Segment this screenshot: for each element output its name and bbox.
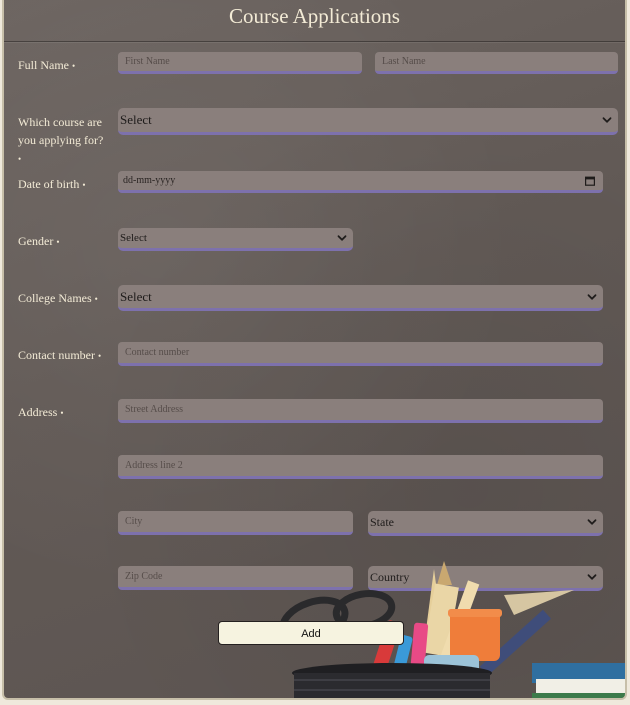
college-label: College Names • [18, 289, 98, 308]
last-name-input[interactable]: Last Name [375, 52, 618, 74]
required-marker: • [72, 61, 76, 71]
college-select[interactable]: Select [118, 285, 603, 311]
address-line-2-input[interactable]: Address line 2 [118, 455, 603, 479]
college-select-value: Select [120, 289, 152, 304]
title-divider [4, 41, 625, 42]
street-address-input[interactable]: Street Address [118, 399, 603, 423]
chevron-down-icon [337, 235, 347, 241]
gender-select[interactable]: Select [118, 228, 353, 251]
chevron-down-icon [587, 519, 597, 525]
city-input[interactable]: City [118, 511, 353, 535]
course-label: Which course are you applying for? • [18, 113, 114, 168]
dob-label: Date of birth • [18, 175, 85, 194]
chevron-down-icon [602, 117, 612, 123]
required-marker: • [18, 154, 22, 164]
required-marker: • [56, 237, 60, 247]
required-marker: • [82, 180, 86, 190]
calendar-icon[interactable] [585, 176, 595, 186]
course-select-value: Select [120, 112, 152, 127]
full-name-label: Full Name • [18, 56, 75, 75]
required-marker: • [97, 351, 102, 361]
page-title: Course Applications [229, 4, 400, 28]
gender-label: Gender • [18, 232, 59, 251]
address-label: Address • [18, 403, 63, 422]
contact-label: Contact number • [18, 346, 101, 365]
state-select-value: State [370, 515, 394, 529]
dob-input[interactable]: dd-mm-yyyy [118, 171, 603, 193]
dob-placeholder: dd-mm-yyyy [123, 175, 176, 186]
contact-number-input[interactable]: Contact number [118, 342, 603, 366]
required-marker: • [94, 294, 98, 304]
state-select[interactable]: State [368, 511, 603, 536]
gender-select-value: Select [120, 232, 147, 244]
course-select[interactable]: Select [118, 108, 618, 135]
first-name-input[interactable]: First Name [118, 52, 362, 74]
add-button[interactable]: Add [218, 621, 404, 645]
course-application-form: Course Applications Full Name • First Nam… [2, 0, 627, 700]
chevron-down-icon [587, 293, 597, 300]
required-marker: • [60, 408, 64, 418]
